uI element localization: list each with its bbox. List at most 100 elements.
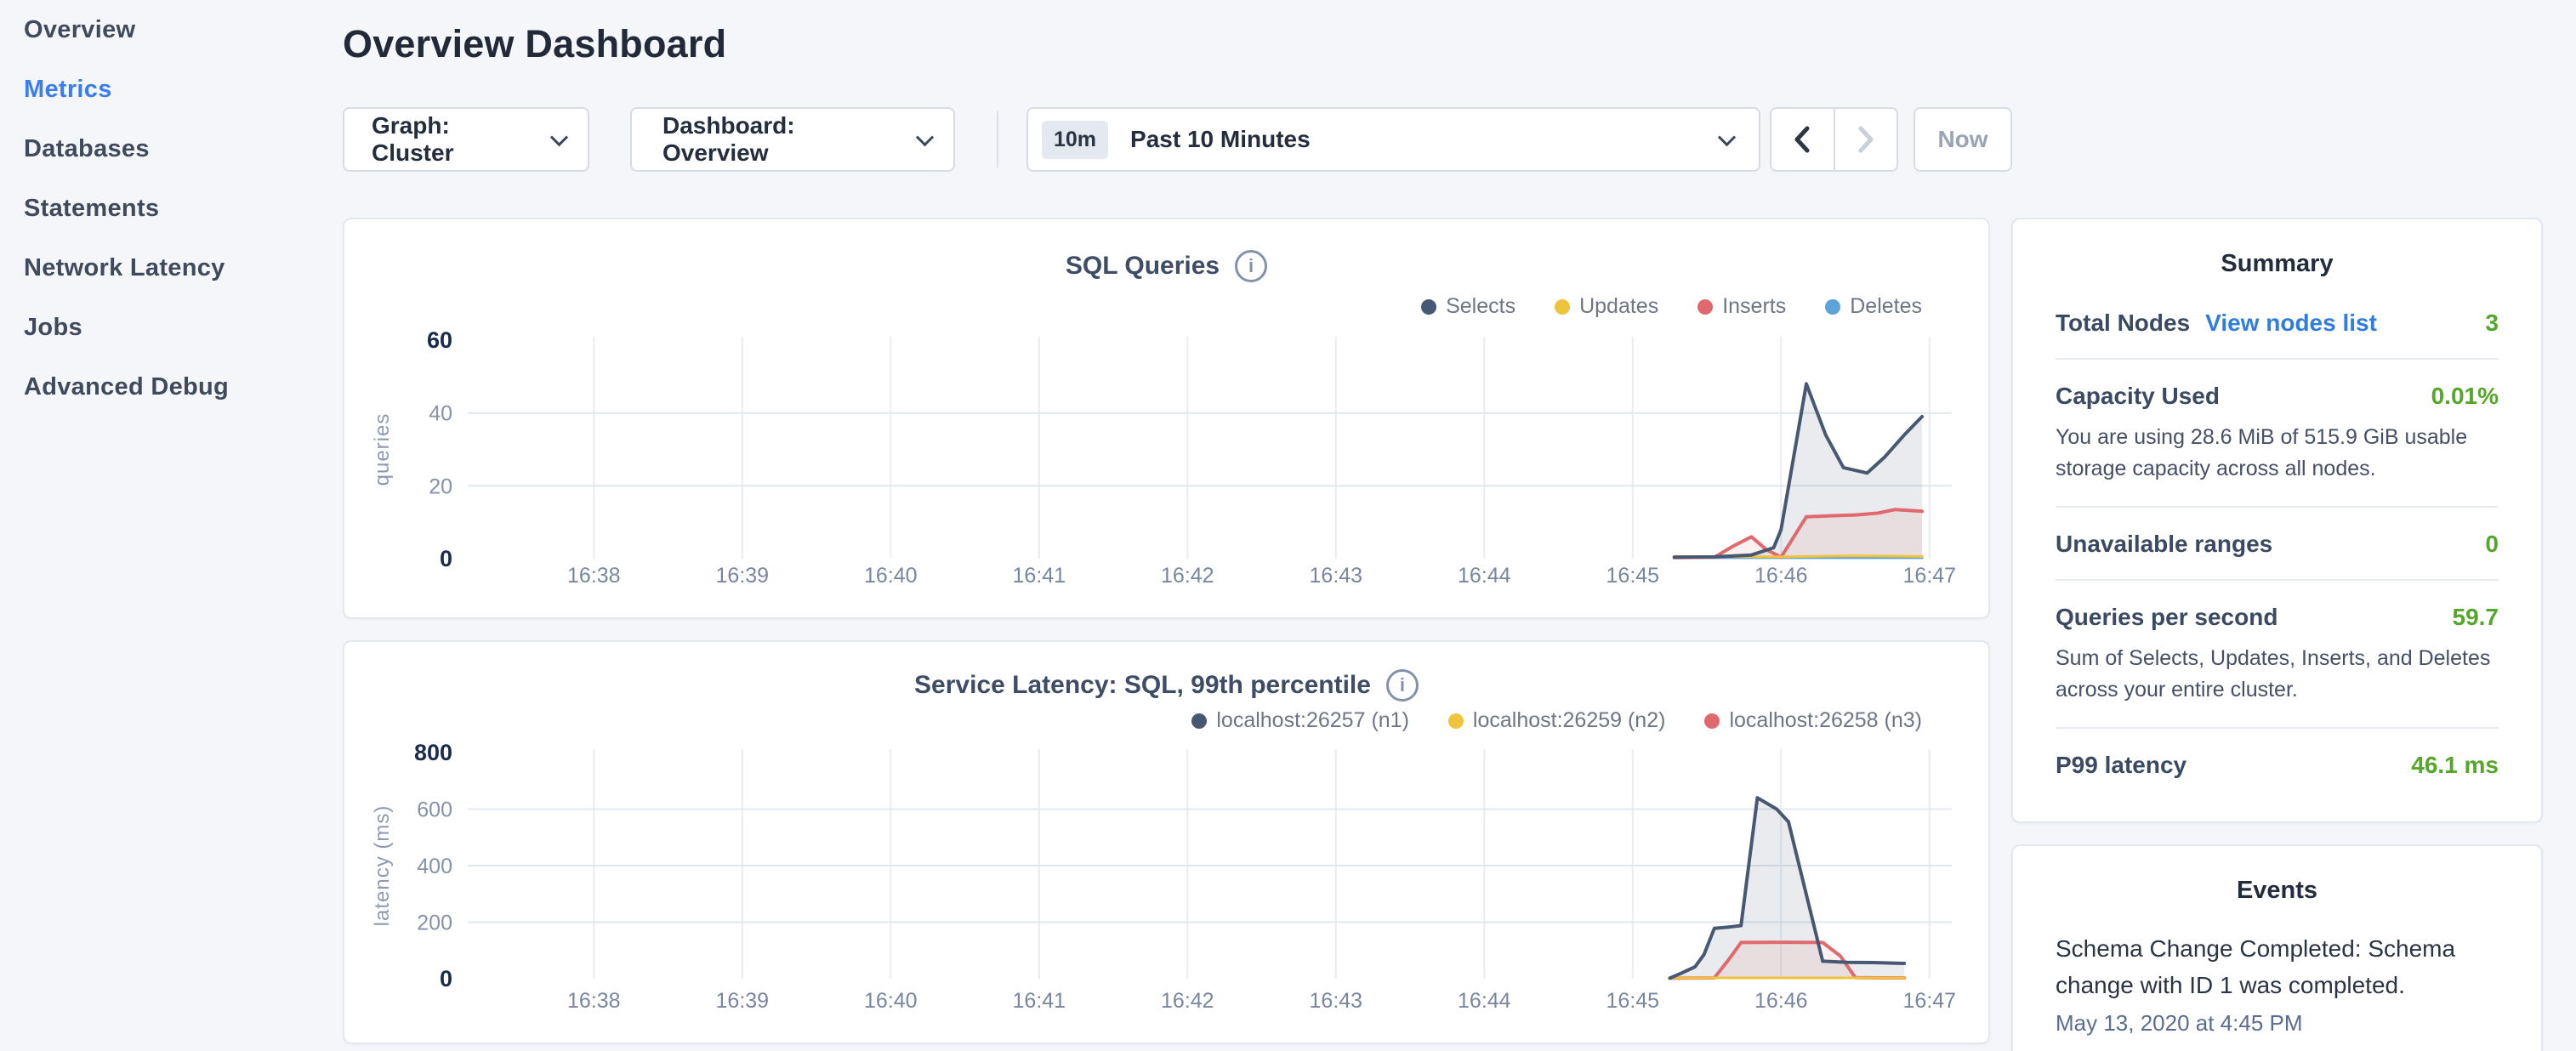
prev-time-button[interactable]	[1771, 109, 1834, 170]
legend-dot-icon	[1191, 713, 1207, 729]
svg-text:16:38: 16:38	[567, 564, 621, 588]
legend-label: Inserts	[1722, 294, 1786, 319]
summary-row-p99-latency: P99 latency 46.1 ms	[2056, 727, 2499, 800]
svg-text:0: 0	[440, 966, 452, 991]
time-range-badge: 10m	[1042, 121, 1108, 159]
svg-text:16:44: 16:44	[1458, 564, 1511, 588]
svg-text:16:40: 16:40	[864, 989, 918, 1013]
graph-dropdown-label: Graph: Cluster	[372, 112, 537, 167]
sidebar-item-advanced-debug[interactable]: Advanced Debug	[0, 357, 343, 417]
svg-text:16:42: 16:42	[1161, 564, 1214, 588]
legend-dot-icon	[1448, 713, 1464, 729]
svg-text:16:41: 16:41	[1013, 564, 1066, 588]
svg-text:16:39: 16:39	[716, 564, 770, 588]
svg-text:latency (ms): latency (ms)	[371, 805, 394, 927]
sidebar-item-metrics[interactable]: Metrics	[0, 60, 343, 119]
svg-text:16:46: 16:46	[1754, 989, 1808, 1013]
sidebar-item-network-latency[interactable]: Network Latency	[0, 238, 343, 298]
event-message[interactable]: Schema Change Completed: Schema change w…	[2056, 930, 2499, 1003]
svg-text:16:45: 16:45	[1606, 989, 1660, 1013]
sidebar-item-statements[interactable]: Statements	[0, 179, 343, 238]
svg-text:16:47: 16:47	[1903, 989, 1957, 1013]
chevron-down-icon	[1718, 128, 1736, 146]
summary-row-value: 46.1 ms	[2411, 752, 2499, 779]
svg-text:16:46: 16:46	[1754, 564, 1808, 588]
events-list: Schema Change Completed: Schema change w…	[2013, 905, 2541, 1037]
svg-text:16:39: 16:39	[716, 989, 770, 1013]
service-latency-chart-card: Service Latency: SQL, 99th percentile i …	[343, 640, 1990, 1044]
time-range-dropdown[interactable]: 10m Past 10 Minutes	[1026, 107, 1760, 172]
svg-text:16:41: 16:41	[1013, 989, 1066, 1013]
svg-text:40: 40	[429, 402, 452, 426]
legend-dot-icon	[1697, 299, 1713, 315]
legend-item-inserts[interactable]: Inserts	[1697, 294, 1786, 319]
summary-row-label: Total Nodes	[2056, 310, 2190, 337]
summary-row-subtext: You are using 28.6 MiB of 515.9 GiB usab…	[2056, 422, 2499, 485]
legend-label: Deletes	[1850, 294, 1922, 319]
svg-text:800: 800	[414, 740, 452, 765]
info-icon[interactable]: i	[1235, 250, 1267, 282]
now-button[interactable]: Now	[1914, 107, 2012, 172]
summary-title: Summary	[2013, 250, 2541, 278]
summary-row-value: 59.7	[2453, 604, 2499, 631]
legend-item-updates[interactable]: Updates	[1555, 294, 1658, 319]
next-time-button[interactable]	[1834, 109, 1897, 170]
svg-text:16:43: 16:43	[1310, 989, 1363, 1013]
svg-text:16:47: 16:47	[1903, 564, 1957, 588]
toolbar-divider	[997, 111, 998, 168]
summary-row-label: Capacity Used	[2056, 383, 2220, 410]
summary-row-total-nodes: Total Nodes View nodes list 3	[2056, 287, 2499, 358]
summary-row-queries-per-second: Queries per second 59.7 Sum of Selects, Up…	[2056, 579, 2499, 727]
sql-queries-chart-card: SQL Queries i SelectsUpdatesInsertsDelet…	[343, 218, 1990, 619]
svg-text:16:45: 16:45	[1606, 564, 1660, 588]
chart-legend: Selects Updates Inserts Deletes	[1421, 294, 1922, 319]
summary-row-value: 3	[2485, 310, 2499, 337]
chevron-down-icon	[550, 128, 568, 146]
event-timestamp: May 13, 2020 at 4:45 PM	[2056, 1010, 2499, 1037]
legend-label: Updates	[1579, 294, 1658, 319]
dashboard-dropdown[interactable]: Dashboard: Overview	[630, 107, 955, 172]
svg-text:0: 0	[440, 546, 452, 571]
svg-text:16:43: 16:43	[1310, 564, 1363, 588]
info-icon[interactable]: i	[1386, 669, 1419, 702]
legend-item-deletes[interactable]: Deletes	[1825, 294, 1922, 319]
legend-dot-icon	[1825, 299, 1840, 315]
chart-legend: localhost:26257 (n1) localhost:26259 (n2)…	[1191, 708, 1922, 733]
svg-text:16:44: 16:44	[1458, 989, 1511, 1013]
summary-row-value: 0.01%	[2431, 383, 2499, 410]
legend-item-selects[interactable]: Selects	[1421, 294, 1515, 319]
events-title: Events	[2013, 877, 2541, 905]
sidebar-item-jobs[interactable]: Jobs	[0, 298, 343, 357]
legend-label: Selects	[1446, 294, 1515, 319]
legend-item-localhost-26258-n3[interactable]: localhost:26258 (n3)	[1704, 708, 1922, 733]
sidebar-item-overview[interactable]: Overview	[0, 0, 343, 60]
overview-dashboard-page: OverviewMetricsDatabasesStatementsNetwor…	[0, 0, 2576, 1051]
sidebar-nav: OverviewMetricsDatabasesStatementsNetwor…	[0, 0, 343, 1051]
summary-row-label: Unavailable ranges	[2056, 531, 2272, 558]
svg-text:20: 20	[429, 474, 452, 498]
sidebar-item-databases[interactable]: Databases	[0, 119, 343, 179]
svg-text:600: 600	[417, 798, 452, 822]
legend-label: localhost:26257 (n1)	[1216, 708, 1409, 733]
chart-title: Service Latency: SQL, 99th percentile	[914, 671, 1371, 700]
dashboard-dropdown-label: Dashboard: Overview	[662, 112, 903, 167]
legend-dot-icon	[1421, 299, 1436, 315]
view-nodes-list-link[interactable]: View nodes list	[2205, 310, 2377, 337]
legend-label: localhost:26259 (n2)	[1473, 708, 1666, 733]
summary-panel: Summary Total Nodes View nodes list 3 Capac…	[2011, 218, 2543, 823]
svg-text:16:42: 16:42	[1161, 989, 1214, 1013]
summary-row-label: Queries per second	[2056, 604, 2277, 631]
chevron-left-icon	[1791, 125, 1813, 154]
time-pagination	[1770, 107, 1898, 172]
summary-row-value: 0	[2485, 531, 2499, 558]
summary-rows: Total Nodes View nodes list 3 Capacity Used…	[2013, 278, 2541, 800]
graph-dropdown[interactable]: Graph: Cluster	[343, 107, 589, 172]
svg-text:400: 400	[417, 855, 452, 878]
summary-row-subtext: Sum of Selects, Updates, Inserts, and De…	[2056, 643, 2499, 706]
service-latency-plot: 16:3816:3916:4016:4116:4216:4316:4416:45…	[344, 642, 1992, 1046]
svg-text:200: 200	[417, 912, 452, 935]
summary-row-label: P99 latency	[2056, 752, 2186, 779]
svg-text:60: 60	[427, 327, 452, 353]
legend-item-localhost-26259-n2[interactable]: localhost:26259 (n2)	[1448, 708, 1666, 733]
legend-item-localhost-26257-n1[interactable]: localhost:26257 (n1)	[1191, 708, 1409, 733]
